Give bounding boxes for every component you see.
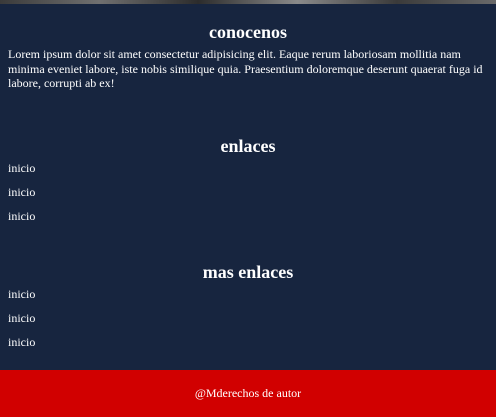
links-title: enlaces <box>220 136 276 156</box>
more-links-item-2[interactable]: inicio <box>8 311 35 325</box>
page: conocenos Lorem ipsum dolor sit amet con… <box>0 0 496 419</box>
about-text: Lorem ipsum dolor sit amet consectetur a… <box>8 47 483 90</box>
more-links-item-3[interactable]: inicio <box>8 335 35 349</box>
links-item-1[interactable]: inicio <box>8 161 35 175</box>
links-item-2[interactable]: inicio <box>8 185 35 199</box>
about-title: conocenos <box>209 22 287 42</box>
more-links-item-1[interactable]: inicio <box>8 287 35 301</box>
copyright-text: @Mderechos de autor <box>194 386 302 400</box>
more-links-title: mas enlaces <box>202 262 294 282</box>
links-item-3[interactable]: inicio <box>8 209 35 223</box>
footer-info-panel: conocenos Lorem ipsum dolor sit amet con… <box>0 4 496 370</box>
copyright-footer: @Mderechos de autor <box>0 370 496 417</box>
